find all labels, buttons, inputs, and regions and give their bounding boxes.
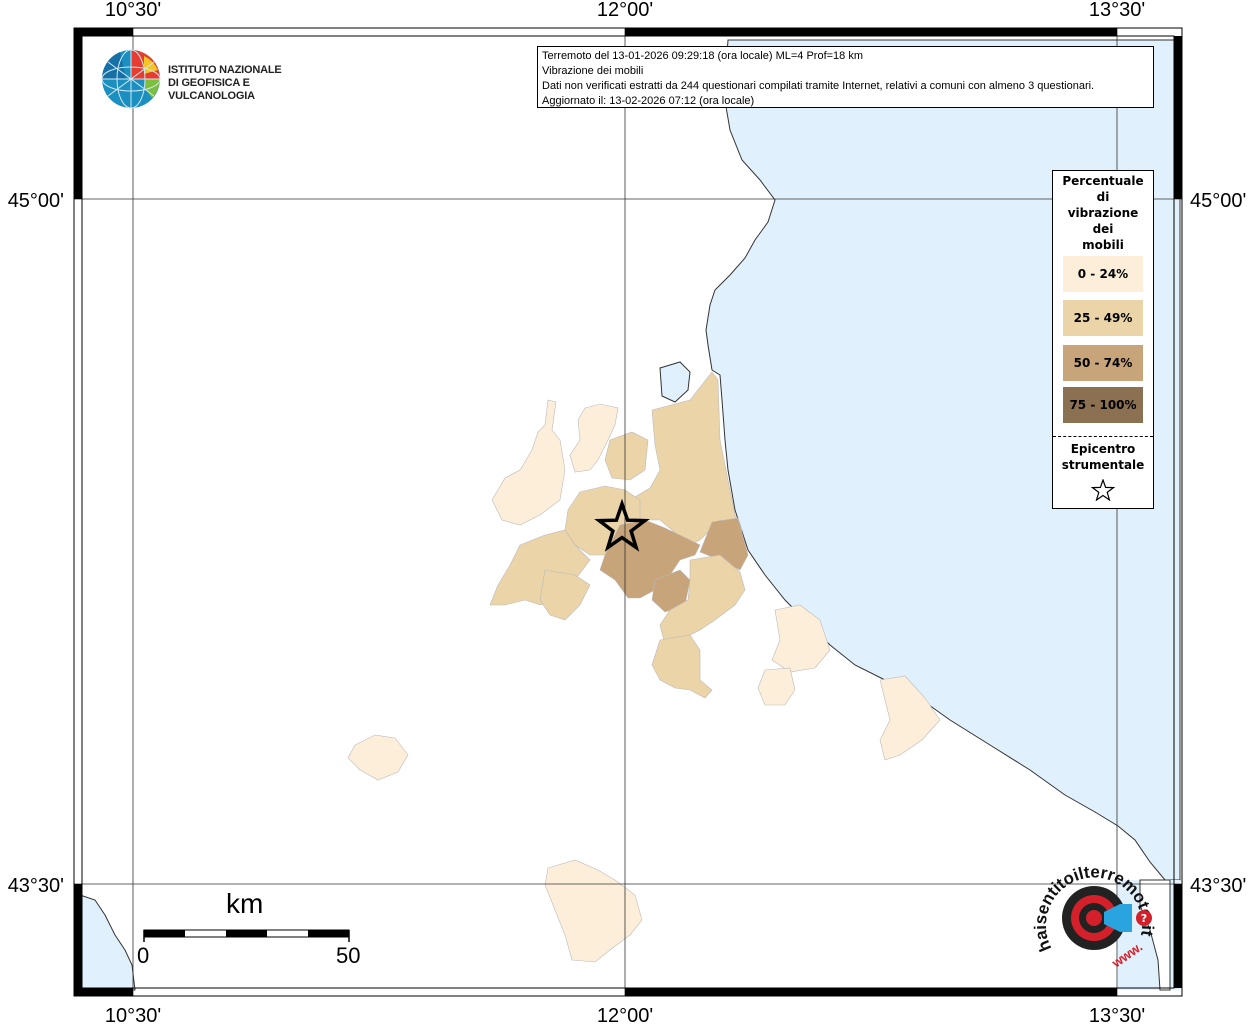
- hst-www-text: www.: [1108, 939, 1145, 971]
- comune: [544, 859, 643, 963]
- data-note-line: Dati non verificati estratti da 244 ques…: [542, 80, 1095, 92]
- lat-tick-right: 43°30': [1190, 875, 1246, 897]
- lon-tick-bottom: 10°30': [105, 1005, 161, 1024]
- legend-class-25-49: 25 - 49%: [1063, 300, 1143, 336]
- comune: [757, 667, 796, 706]
- svg-text:?: ?: [1141, 912, 1147, 925]
- scale-bar: [143, 929, 350, 942]
- scale-unit: km: [226, 888, 264, 919]
- ingv-name: ISTITUTO NAZIONALE DI GEOFISICA E VULCAN…: [168, 64, 320, 103]
- comune: [347, 734, 409, 781]
- ingv-name-line2: DI GEOFISICA E VULCANOLOGIA: [168, 77, 255, 102]
- legend-epicenter-label: Epicentro strumentale: [1061, 442, 1145, 472]
- lat-tick-left: 45°00': [8, 190, 64, 212]
- event-line: Terremoto del 13-01-2026 09:29:18 (ora l…: [542, 50, 864, 62]
- updated-line: Aggiornato il: 13-02-2026 07:12 (ora loc…: [542, 95, 755, 107]
- comune: [491, 399, 566, 526]
- lon-tick-top: 13°30': [1089, 0, 1145, 21]
- parameter-line: Vibrazione dei mobili: [542, 65, 644, 77]
- lon-tick-bottom: 12°00': [597, 1005, 653, 1024]
- globe-icon: [101, 49, 161, 109]
- comune: [604, 431, 649, 481]
- lon-tick-top: 10°30': [105, 0, 161, 21]
- comune: [539, 569, 591, 621]
- legend-title-line: mobili: [1082, 238, 1124, 252]
- legend-class-0-24: 0 - 24%: [1063, 256, 1143, 292]
- scale-max-label: 50: [336, 943, 361, 968]
- lat-tick-left: 43°30': [8, 875, 64, 897]
- legend: Percentuale di vibrazione dei mobili 0 -…: [1052, 170, 1154, 509]
- legend-title-line: dei: [1092, 222, 1114, 236]
- legend-title-line: vibrazione: [1067, 206, 1139, 220]
- legend-divider: [1053, 436, 1153, 437]
- hst-logo: haisentitoilterremoto.it www. ?: [1032, 862, 1157, 971]
- lon-tick-top: 12°00': [597, 0, 653, 21]
- ingv-logo: ISTITUTO NAZIONALE DI GEOFISICA E VULCAN…: [100, 48, 320, 110]
- star-icon: [1091, 479, 1115, 501]
- legend-title-line: Percentuale: [1062, 174, 1144, 188]
- legend-class-75-100: 75 - 100%: [1063, 387, 1143, 423]
- legend-title-line: di: [1096, 190, 1110, 204]
- event-info-box: Terremoto del 13-01-2026 09:29:18 (ora l…: [537, 46, 1154, 108]
- scale-min-label: 0: [137, 943, 150, 968]
- legend-title: Percentuale di vibrazione dei mobili: [1053, 173, 1153, 253]
- legend-class-50-74: 50 - 74%: [1063, 345, 1143, 381]
- ingv-name-line1: ISTITUTO NAZIONALE: [168, 64, 282, 76]
- lat-tick-right: 45°00': [1190, 190, 1246, 212]
- comune: [651, 634, 713, 699]
- lon-tick-bottom: 13°30': [1089, 1005, 1145, 1024]
